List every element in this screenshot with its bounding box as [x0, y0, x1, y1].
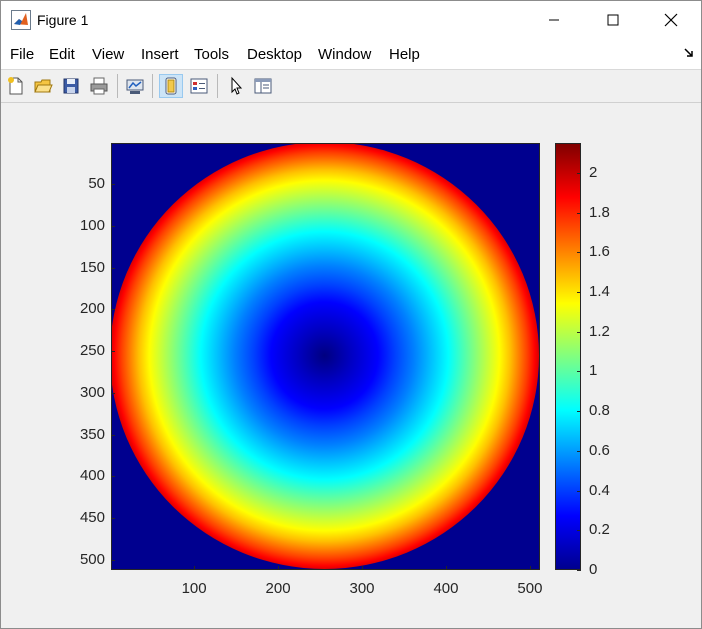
y-tick-label: 350 [79, 425, 105, 443]
show-plot-tools-icon [254, 78, 272, 94]
close-button[interactable] [648, 1, 694, 39]
close-icon [664, 13, 678, 27]
y-tick-mark [111, 392, 115, 394]
x-tick-label: 500 [517, 580, 543, 597]
menu-window[interactable]: Window [318, 46, 371, 63]
y-tick-label: 100 [79, 216, 105, 234]
menu-bar: File Edit View Insert Tools Desktop Wind… [1, 39, 701, 70]
colorbar-tick-mark [577, 291, 581, 293]
y-tick-mark [111, 559, 115, 561]
maximize-button[interactable] [590, 1, 636, 39]
y-tick-label: 50 [88, 174, 105, 192]
y-tick-label: 400 [79, 467, 105, 485]
y-tick-label: 450 [79, 509, 105, 527]
toolbar-separator [152, 74, 153, 98]
colorbar-tick-label: 0.4 [589, 481, 610, 499]
matlab-logo-icon [11, 10, 31, 30]
hide-plot-tools-button[interactable] [159, 74, 183, 98]
colorbar-tick-label: 0.2 [589, 521, 610, 539]
menu-desktop[interactable]: Desktop [247, 46, 302, 63]
show-plot-tools-button[interactable] [251, 74, 275, 98]
colorbar-tick-mark [577, 530, 581, 532]
y-tick-label: 500 [79, 550, 105, 568]
new-figure-button[interactable] [4, 74, 28, 98]
y-tick-label: 300 [79, 383, 105, 401]
new-figure-icon [8, 77, 23, 95]
colorbar-tick-label: 0.8 [589, 402, 610, 420]
colorbar-tick-mark [577, 450, 581, 452]
x-tick-label: 200 [265, 580, 291, 597]
minimize-icon [549, 19, 559, 21]
hide-plot-tools-icon [165, 77, 177, 95]
colorbar[interactable] [555, 143, 581, 570]
x-tick-label: 100 [181, 580, 207, 597]
link-plot-icon [126, 79, 144, 94]
y-tick-mark [111, 267, 115, 269]
toolbar-separator [117, 74, 118, 98]
maximize-icon [607, 14, 619, 26]
y-tick-mark [111, 476, 115, 478]
link-plot-button[interactable] [123, 74, 147, 98]
window-title: Figure 1 [37, 12, 89, 28]
colorbar-tick-label: 0.6 [589, 441, 610, 459]
edit-plot-button[interactable] [224, 74, 248, 98]
x-tick-mark [194, 566, 196, 570]
figure-toolbar [1, 70, 701, 103]
menu-tools[interactable]: Tools [194, 46, 229, 63]
colorbar-tick-mark [577, 371, 581, 373]
insert-legend-icon [190, 78, 208, 94]
colorbar-tick-mark [577, 172, 581, 174]
x-tick-label: 300 [349, 580, 375, 597]
menu-insert[interactable]: Insert [141, 46, 179, 63]
y-tick-mark [111, 518, 115, 520]
save-button[interactable] [59, 74, 83, 98]
x-tick-mark [362, 566, 364, 570]
x-tick-label: 400 [433, 580, 459, 597]
title-bar[interactable]: Figure 1 [1, 1, 701, 39]
save-icon [63, 78, 79, 94]
y-tick-mark [111, 225, 115, 227]
image-axes[interactable] [111, 143, 540, 570]
y-tick-label: 150 [79, 258, 105, 276]
y-tick-mark [111, 309, 115, 311]
menu-help[interactable]: Help [389, 46, 420, 63]
y-tick-mark [111, 434, 115, 436]
toolbar-separator [217, 74, 218, 98]
open-file-icon [34, 79, 53, 93]
colorbar-tick-label: 1 [589, 362, 598, 380]
menu-view[interactable]: View [92, 46, 124, 63]
x-tick-mark [278, 566, 280, 570]
colorbar-tick-mark [577, 490, 581, 492]
insert-legend-button[interactable] [187, 74, 211, 98]
colorbar-tick-mark [577, 411, 581, 413]
colorbar-tick-label: 1.2 [589, 322, 610, 340]
x-tick-mark [445, 566, 447, 570]
colorbar-tick-mark [577, 331, 581, 333]
print-button[interactable] [87, 74, 111, 98]
colorbar-tick-mark [577, 212, 581, 214]
minimize-button[interactable] [531, 1, 577, 39]
open-file-button[interactable] [31, 74, 55, 98]
colorbar-tick-label: 1.6 [589, 243, 610, 261]
x-tick-mark [529, 566, 531, 570]
colorbar-tick-mark [577, 570, 581, 571]
menu-file[interactable]: File [10, 46, 34, 63]
print-icon [90, 77, 108, 95]
y-tick-label: 250 [79, 342, 105, 360]
menu-edit[interactable]: Edit [49, 46, 75, 63]
figure-canvas: 50 100 150 200 250 300 350 400 450 500 100 200 300 4… [1, 103, 701, 628]
colorbar-tick-label: 2 [589, 163, 598, 181]
circular-field-image [112, 144, 539, 569]
dock-figure-icon[interactable] [683, 47, 695, 59]
colorbar-tick-label: 0 [589, 561, 598, 578]
colorbar-tick-mark [577, 252, 581, 254]
y-tick-mark [111, 351, 115, 353]
edit-plot-pointer-icon [231, 76, 243, 95]
y-tick-label: 200 [79, 300, 105, 318]
y-tick-mark [111, 183, 115, 185]
colorbar-tick-label: 1.4 [589, 282, 610, 300]
colorbar-tick-label: 1.8 [589, 203, 610, 221]
figure-window: Figure 1 File Edit View Insert Tools Des… [0, 0, 702, 629]
